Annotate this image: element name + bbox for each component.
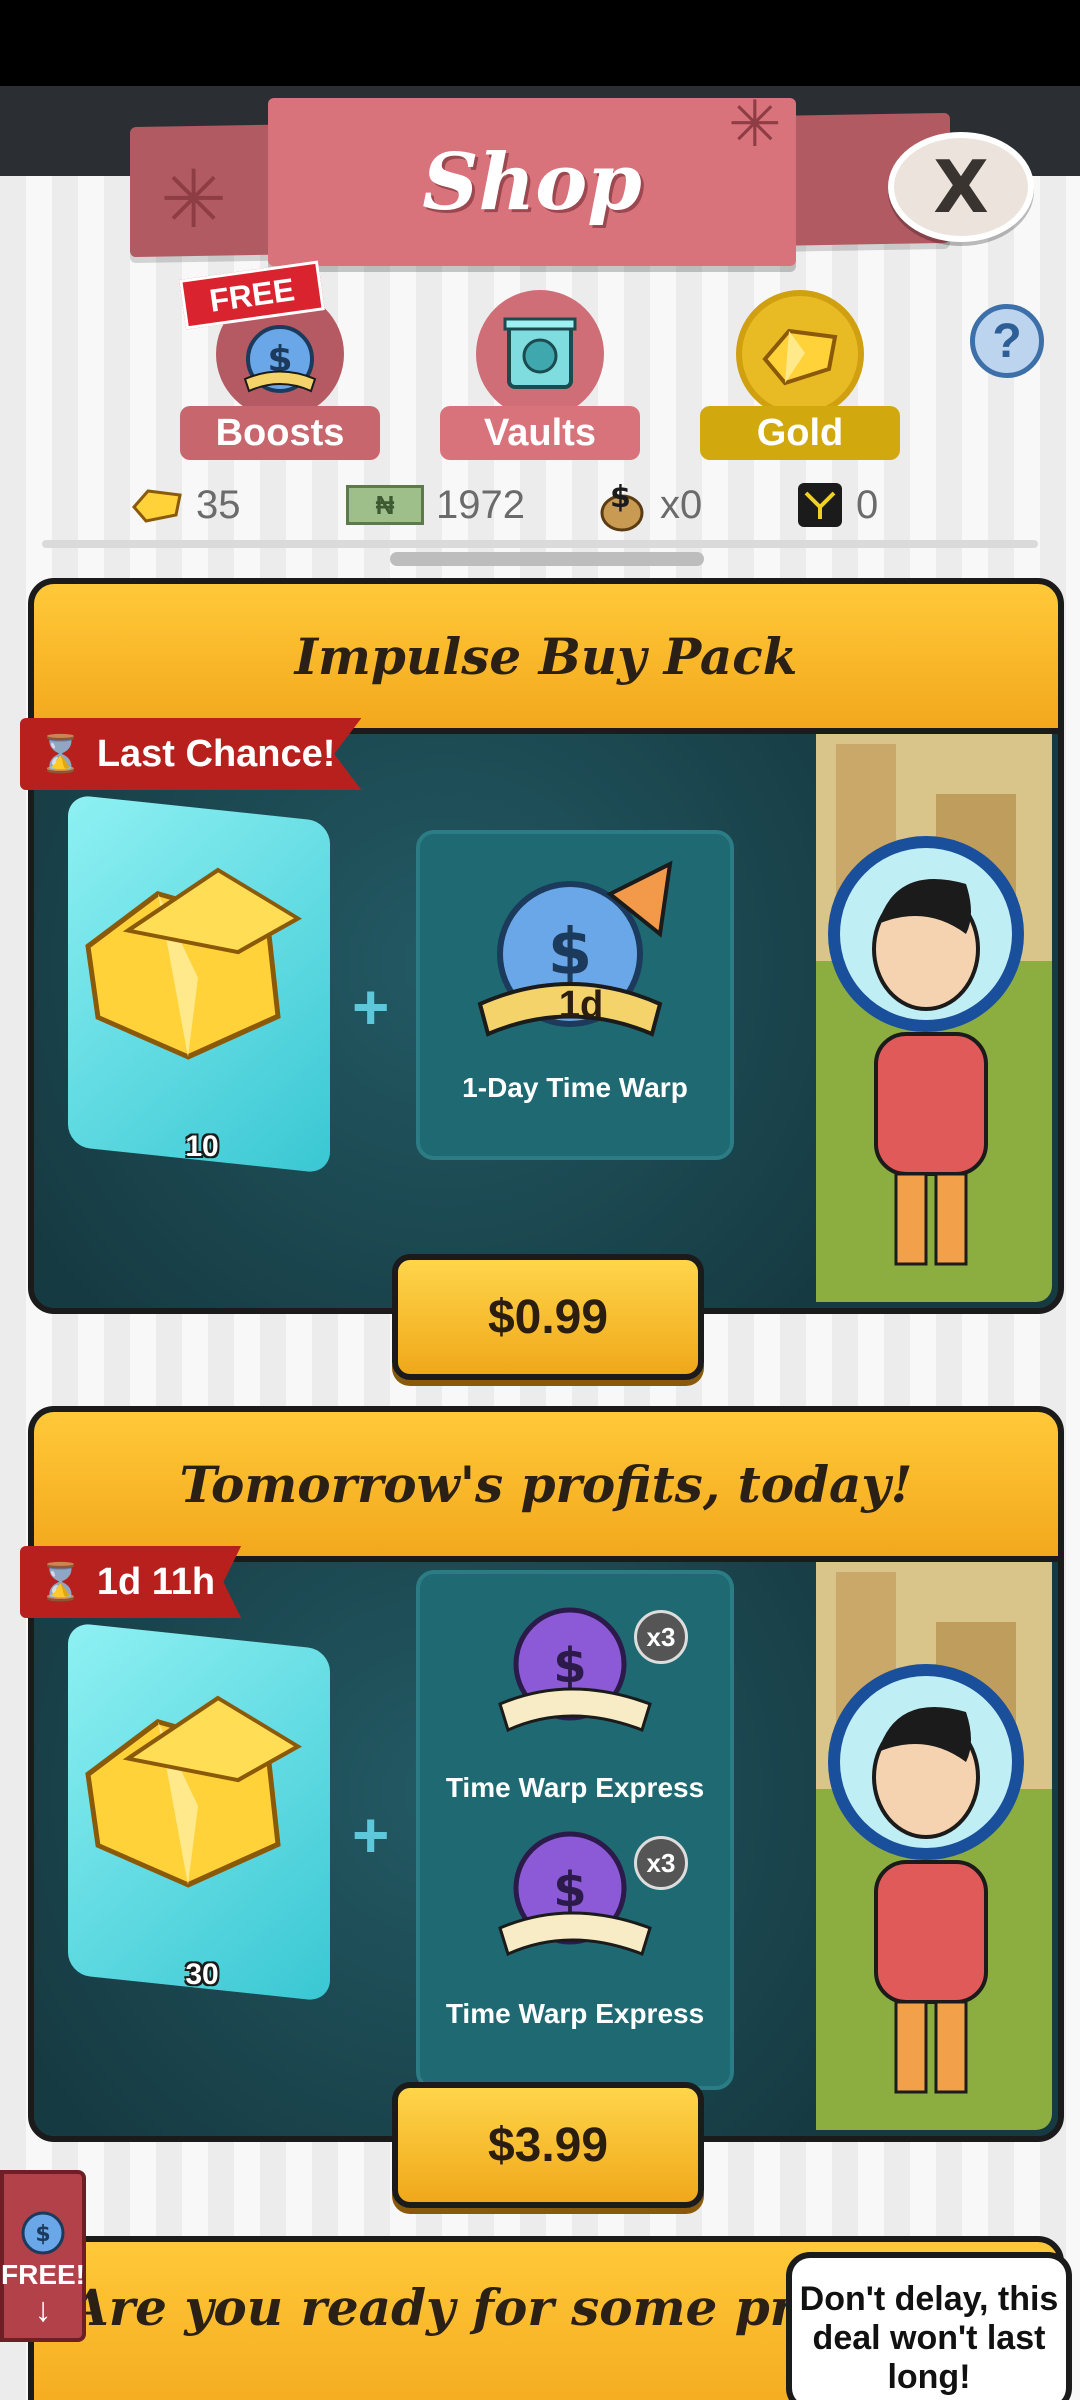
gold-pile-panel	[68, 794, 330, 1174]
currency-megabucks: 0	[796, 470, 878, 540]
cash-icon: ₦	[346, 485, 424, 525]
svg-text:$: $	[610, 480, 631, 515]
character-illustration	[816, 734, 1052, 1302]
svg-text:$: $	[553, 1638, 586, 1694]
svg-text:$: $	[553, 1862, 586, 1918]
tab-vaults[interactable]: Vaults	[440, 288, 640, 460]
plus-icon: +	[352, 971, 390, 1043]
time-warp-express-icon: $	[498, 1831, 652, 1957]
hourglass-icon: ⌛	[38, 733, 83, 774]
vault-icon	[476, 290, 604, 418]
help-button[interactable]: ?	[970, 304, 1044, 378]
tooltip: Don't delay, this deal won't last long!	[786, 2252, 1072, 2400]
tooltip-text: Don't delay, this deal won't last long!	[799, 2280, 1059, 2397]
boost-icon: $	[21, 2211, 65, 2255]
currency-cash-value: 1972	[436, 482, 525, 527]
status-bar	[0, 0, 1080, 86]
tab-boosts-label: Boosts	[180, 406, 380, 460]
divider	[42, 540, 1038, 548]
offer-title: Tomorrow's profits, today!	[179, 1454, 913, 1514]
badge-text: 1d 11h	[96, 1560, 216, 1603]
plus-icon: +	[352, 1799, 390, 1871]
megabucks-icon	[798, 483, 842, 527]
tab-vaults-label: Vaults	[440, 406, 640, 460]
character-illustration	[816, 1562, 1052, 2130]
gold-icon	[736, 290, 864, 418]
item-panel: $ 1d	[416, 830, 734, 1160]
buy-button-impulse[interactable]: $0.99	[392, 1254, 704, 1380]
money-bag-icon: $	[600, 480, 644, 532]
page-title: Shop	[422, 136, 642, 228]
offer-header: Impulse Buy Pack	[34, 584, 1058, 734]
buy-button-tomorrow[interactable]: $3.99	[392, 2082, 704, 2208]
currency-row: 35 ₦ 1972 $ x0 0	[0, 470, 1080, 540]
currency-money-bag: $ x0	[592, 470, 702, 540]
offer-header: Tomorrow's profits, today!	[34, 1412, 1058, 1562]
free-side-label: FREE!	[1, 2259, 85, 2290]
scroll-indicator[interactable]	[390, 552, 704, 566]
header-banner: Shop	[268, 98, 796, 266]
free-side-button[interactable]: $ FREE! ↓	[0, 2170, 86, 2342]
badge-last-chance: ⌛ Last Chance!	[20, 718, 362, 790]
tab-gold[interactable]: Gold	[700, 288, 900, 460]
gold-amount: 10	[185, 1130, 219, 1163]
badge-timer: ⌛ 1d 11h	[20, 1546, 242, 1618]
offer-title: Impulse Buy Pack	[294, 626, 798, 686]
currency-money-bag-value: x0	[660, 482, 703, 527]
gold-pile-panel	[68, 1622, 330, 2002]
close-button[interactable]: X	[888, 132, 1034, 242]
time-warp-express-icon: $	[498, 1607, 652, 1733]
item-count-badge: x3	[634, 1610, 688, 1664]
currency-gold: 35	[132, 470, 241, 540]
svg-text:$: $	[35, 2222, 50, 2247]
star-decoration-icon: ✳	[728, 88, 782, 160]
currency-megabucks-value: 0	[856, 482, 879, 527]
tab-gold-label: Gold	[700, 406, 900, 460]
item-label: 1-Day Time Warp	[462, 1072, 688, 1103]
svg-text:$: $	[548, 916, 593, 990]
gold-amount: 30	[185, 1958, 219, 1991]
time-warp-icon: $	[477, 860, 673, 1037]
down-arrow-icon: ↓	[34, 2291, 52, 2329]
gold-icon	[132, 489, 182, 523]
hourglass-icon: ⌛	[38, 1561, 83, 1602]
badge-text: Last Chance!	[96, 732, 336, 775]
item-label: Time Warp Express	[445, 1772, 705, 1803]
item-label: Time Warp Express	[445, 1998, 705, 2029]
star-decoration-icon: ✳	[160, 155, 228, 244]
currency-gold-value: 35	[196, 482, 241, 527]
item-count-badge: x3	[634, 1836, 688, 1890]
currency-cash: ₦ 1972	[346, 470, 525, 540]
time-warp-tag: 1d	[558, 984, 604, 1026]
